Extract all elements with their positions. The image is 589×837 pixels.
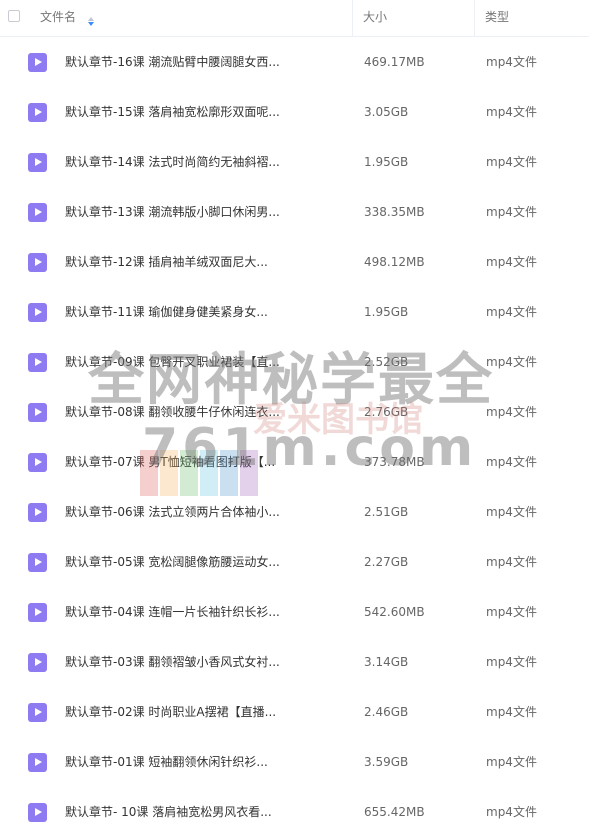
file-row[interactable]: 默认章节-06课 法式立领两片合体袖小... 2.51GB mp4文件 <box>0 487 589 537</box>
file-type: mp4文件 <box>486 555 537 569</box>
column-divider[interactable] <box>474 0 475 36</box>
file-name[interactable]: 默认章节-14课 法式时尚简约无袖斜褶... <box>65 137 280 187</box>
column-header-size[interactable]: 大小 <box>363 0 387 36</box>
video-file-icon <box>28 203 47 222</box>
file-name[interactable]: 默认章节-15课 落肩袖宽松廓形双面呢... <box>65 87 280 137</box>
file-row[interactable]: 默认章节-14课 法式时尚简约无袖斜褶... 1.95GB mp4文件 <box>0 137 589 187</box>
file-row[interactable]: 默认章节-08课 翻领收腰牛仔休闲连衣... 2.76GB mp4文件 <box>0 387 589 437</box>
file-size: 542.60MB <box>364 605 425 619</box>
file-name[interactable]: 默认章节-01课 短袖翻领休闲针织衫... <box>65 737 268 787</box>
file-row[interactable]: 默认章节- 10课 落肩袖宽松男风衣看... 655.42MB mp4文件 <box>0 787 589 837</box>
video-file-icon <box>28 353 47 372</box>
video-file-icon <box>28 403 47 422</box>
file-type: mp4文件 <box>486 755 537 769</box>
file-size: 655.42MB <box>364 805 425 819</box>
column-header-name-label: 文件名 <box>40 10 77 24</box>
file-name[interactable]: 默认章节-06课 法式立领两片合体袖小... <box>65 487 280 537</box>
video-file-icon <box>28 153 47 172</box>
file-name[interactable]: 默认章节-13课 潮流韩版小脚口休闲男... <box>65 187 280 237</box>
file-type: mp4文件 <box>486 205 537 219</box>
file-size: 2.46GB <box>364 705 409 719</box>
file-type: mp4文件 <box>486 455 537 469</box>
file-type: mp4文件 <box>486 605 537 619</box>
file-size: 3.14GB <box>364 655 409 669</box>
file-name[interactable]: 默认章节-09课 包臀开叉职业裙装【直... <box>65 337 280 387</box>
file-name[interactable]: 默认章节-08课 翻领收腰牛仔休闲连衣... <box>65 387 280 437</box>
file-row[interactable]: 默认章节-16课 潮流贴臂中腰阔腿女西... 469.17MB mp4文件 <box>0 37 589 87</box>
file-size: 1.95GB <box>364 155 409 169</box>
file-name[interactable]: 默认章节-12课 插肩袖羊绒双面尼大... <box>65 237 268 287</box>
video-file-icon <box>28 603 47 622</box>
file-size: 338.35MB <box>364 205 425 219</box>
file-name[interactable]: 默认章节-04课 连帽一片长袖针织长衫... <box>65 587 280 637</box>
file-type: mp4文件 <box>486 55 537 69</box>
file-name[interactable]: 默认章节-16课 潮流贴臂中腰阔腿女西... <box>65 37 280 87</box>
column-header-type[interactable]: 类型 <box>485 0 509 36</box>
select-all-checkbox[interactable] <box>8 10 20 22</box>
column-header-size-label: 大小 <box>363 10 388 24</box>
video-file-icon <box>28 703 47 722</box>
file-size: 2.52GB <box>364 355 409 369</box>
file-row[interactable]: 默认章节-09课 包臀开叉职业裙装【直... 2.52GB mp4文件 <box>0 337 589 387</box>
file-type: mp4文件 <box>486 655 537 669</box>
file-size: 469.17MB <box>364 55 425 69</box>
file-row[interactable]: 默认章节-12课 插肩袖羊绒双面尼大... 498.12MB mp4文件 <box>0 237 589 287</box>
file-row[interactable]: 默认章节-15课 落肩袖宽松廓形双面呢... 3.05GB mp4文件 <box>0 87 589 137</box>
file-row[interactable]: 默认章节-01课 短袖翻领休闲针织衫... 3.59GB mp4文件 <box>0 737 589 787</box>
video-file-icon <box>28 803 47 822</box>
file-list-header: 文件名 大小 类型 <box>0 0 589 37</box>
file-size: 3.59GB <box>364 755 409 769</box>
file-list: 默认章节-16课 潮流贴臂中腰阔腿女西... 469.17MB mp4文件 默认章节-… <box>0 37 589 837</box>
column-header-name[interactable]: 文件名 <box>40 0 94 36</box>
file-type: mp4文件 <box>486 705 537 719</box>
file-name[interactable]: 默认章节-05课 宽松阔腿像筋腰运动女... <box>65 537 280 587</box>
file-name[interactable]: 默认章节- 10课 落肩袖宽松男风衣看... <box>65 787 272 837</box>
file-size: 1.95GB <box>364 305 409 319</box>
file-type: mp4文件 <box>486 405 537 419</box>
file-type: mp4文件 <box>486 105 537 119</box>
column-header-type-label: 类型 <box>485 10 510 24</box>
file-size: 498.12MB <box>364 255 425 269</box>
file-type: mp4文件 <box>486 155 537 169</box>
file-row[interactable]: 默认章节-13课 潮流韩版小脚口休闲男... 338.35MB mp4文件 <box>0 187 589 237</box>
file-type: mp4文件 <box>486 305 537 319</box>
file-name[interactable]: 默认章节-02课 时尚职业A摆裙【直播... <box>65 687 276 737</box>
video-file-icon <box>28 503 47 522</box>
column-divider[interactable] <box>352 0 353 36</box>
file-size: 2.51GB <box>364 505 409 519</box>
file-row[interactable]: 默认章节-02课 时尚职业A摆裙【直播... 2.46GB mp4文件 <box>0 687 589 737</box>
file-size: 3.05GB <box>364 105 409 119</box>
file-type: mp4文件 <box>486 805 537 819</box>
file-name[interactable]: 默认章节-07课 男T恤短袖看图打版【... <box>65 437 275 487</box>
file-size: 2.27GB <box>364 555 409 569</box>
video-file-icon <box>28 753 47 772</box>
file-type: mp4文件 <box>486 355 537 369</box>
file-row[interactable]: 默认章节-03课 翻领褶皱小香风式女衬... 3.14GB mp4文件 <box>0 637 589 687</box>
file-row[interactable]: 默认章节-11课 瑜伽健身健美紧身女... 1.95GB mp4文件 <box>0 287 589 337</box>
file-name[interactable]: 默认章节-03课 翻领褶皱小香风式女衬... <box>65 637 280 687</box>
video-file-icon <box>28 303 47 322</box>
video-file-icon <box>28 103 47 122</box>
file-name[interactable]: 默认章节-11课 瑜伽健身健美紧身女... <box>65 287 268 337</box>
video-file-icon <box>28 53 47 72</box>
file-size: 373.78MB <box>364 455 425 469</box>
file-type: mp4文件 <box>486 255 537 269</box>
file-row[interactable]: 默认章节-04课 连帽一片长袖针织长衫... 542.60MB mp4文件 <box>0 587 589 637</box>
video-file-icon <box>28 453 47 472</box>
file-size: 2.76GB <box>364 405 409 419</box>
video-file-icon <box>28 553 47 572</box>
video-file-icon <box>28 653 47 672</box>
file-row[interactable]: 默认章节-05课 宽松阔腿像筋腰运动女... 2.27GB mp4文件 <box>0 537 589 587</box>
video-file-icon <box>28 253 47 272</box>
file-type: mp4文件 <box>486 505 537 519</box>
file-row[interactable]: 默认章节-07课 男T恤短袖看图打版【... 373.78MB mp4文件 <box>0 437 589 487</box>
